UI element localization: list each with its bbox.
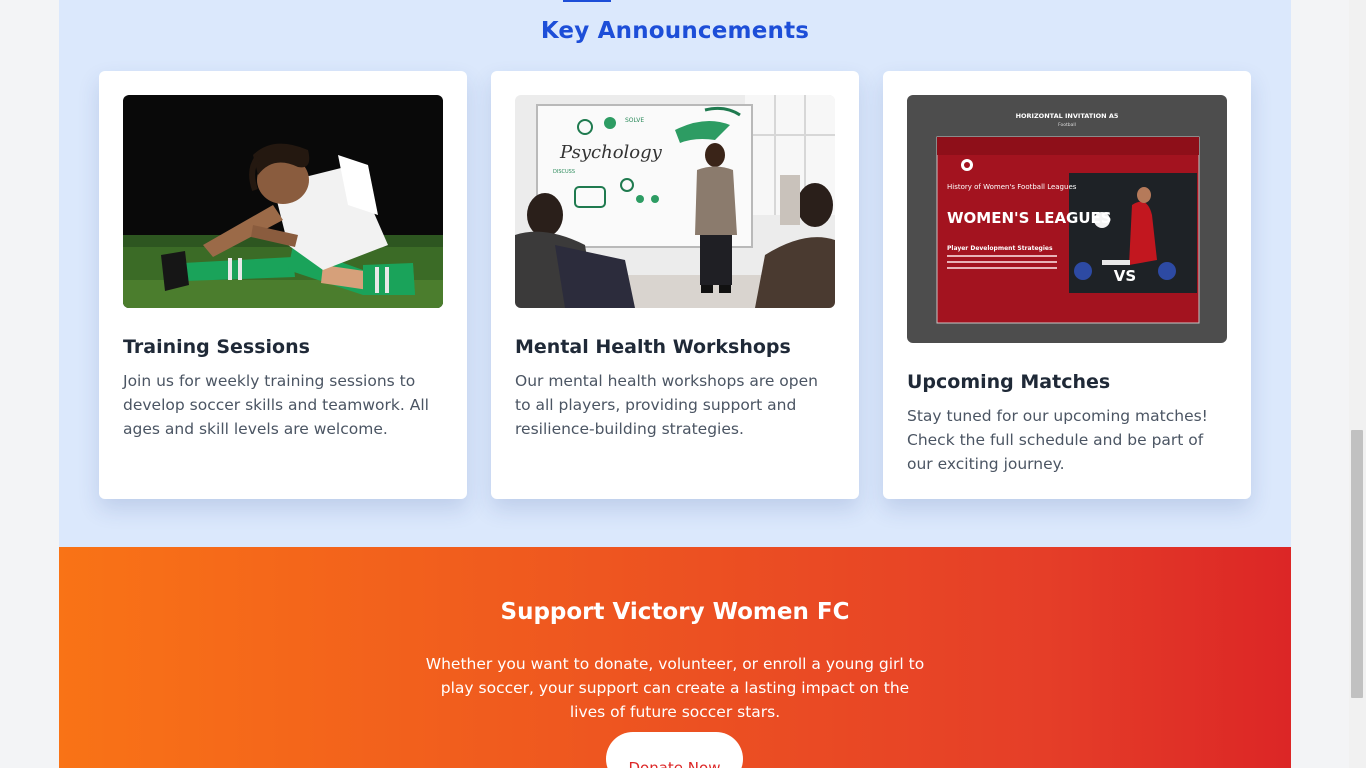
support-description: Whether you want to donate, volunteer, o… bbox=[425, 655, 925, 721]
player-stretching-photo bbox=[123, 95, 443, 308]
card-description: Our mental health workshops are open to … bbox=[515, 372, 818, 438]
svg-text:History of Women's Football Le: History of Women's Football Leagues bbox=[947, 183, 1077, 191]
card-description: Stay tuned for our upcoming matches! Che… bbox=[907, 407, 1208, 473]
svg-text:SOLVE: SOLVE bbox=[625, 117, 644, 124]
card-image bbox=[123, 95, 443, 308]
announcement-card-training: Training Sessions Join us for weekly tra… bbox=[99, 71, 467, 499]
svg-text:VS: VS bbox=[1114, 267, 1136, 285]
support-section: Support Victory Women FC Whether you wan… bbox=[59, 547, 1291, 768]
psychology-workshop-photo: Psychology SOLVE DISCUSS bbox=[515, 95, 835, 308]
card-description: Join us for weekly training sessions to … bbox=[123, 372, 429, 438]
svg-text:WOMEN'S LEAGUES: WOMEN'S LEAGUES bbox=[947, 209, 1112, 227]
announcements-section: Key Announcements Training Sessions Join… bbox=[59, 0, 1291, 547]
card-title: Mental Health Workshops bbox=[515, 336, 791, 358]
card-image: Psychology SOLVE DISCUSS bbox=[515, 95, 835, 308]
donate-now-button[interactable]: Donate Now bbox=[606, 732, 743, 768]
announcement-card-mental-health: Psychology SOLVE DISCUSS Mental Health W… bbox=[491, 71, 859, 499]
svg-text:Psychology: Psychology bbox=[559, 142, 663, 163]
support-title: Support Victory Women FC bbox=[500, 599, 850, 625]
page: Key Announcements Training Sessions Join… bbox=[59, 0, 1291, 768]
scrollbar-thumb[interactable] bbox=[1351, 430, 1363, 698]
card-image: HORIZONTAL INVITATION A5 Football Histor… bbox=[907, 95, 1227, 343]
card-title: Training Sessions bbox=[123, 336, 310, 358]
svg-text:HORIZONTAL INVITATION A5: HORIZONTAL INVITATION A5 bbox=[1016, 112, 1119, 120]
nav-indicator bbox=[563, 0, 611, 2]
svg-text:Football: Football bbox=[1058, 122, 1076, 128]
svg-text:DISCUSS: DISCUSS bbox=[553, 169, 575, 175]
card-title: Upcoming Matches bbox=[907, 371, 1111, 393]
page-scrollbar[interactable] bbox=[1349, 0, 1366, 768]
announcement-card-matches: HORIZONTAL INVITATION A5 Football Histor… bbox=[883, 71, 1251, 499]
svg-text:Player Development Strategies: Player Development Strategies bbox=[947, 245, 1053, 252]
womens-leagues-invitation: HORIZONTAL INVITATION A5 Football Histor… bbox=[907, 95, 1227, 343]
section-title: Key Announcements bbox=[540, 18, 810, 44]
